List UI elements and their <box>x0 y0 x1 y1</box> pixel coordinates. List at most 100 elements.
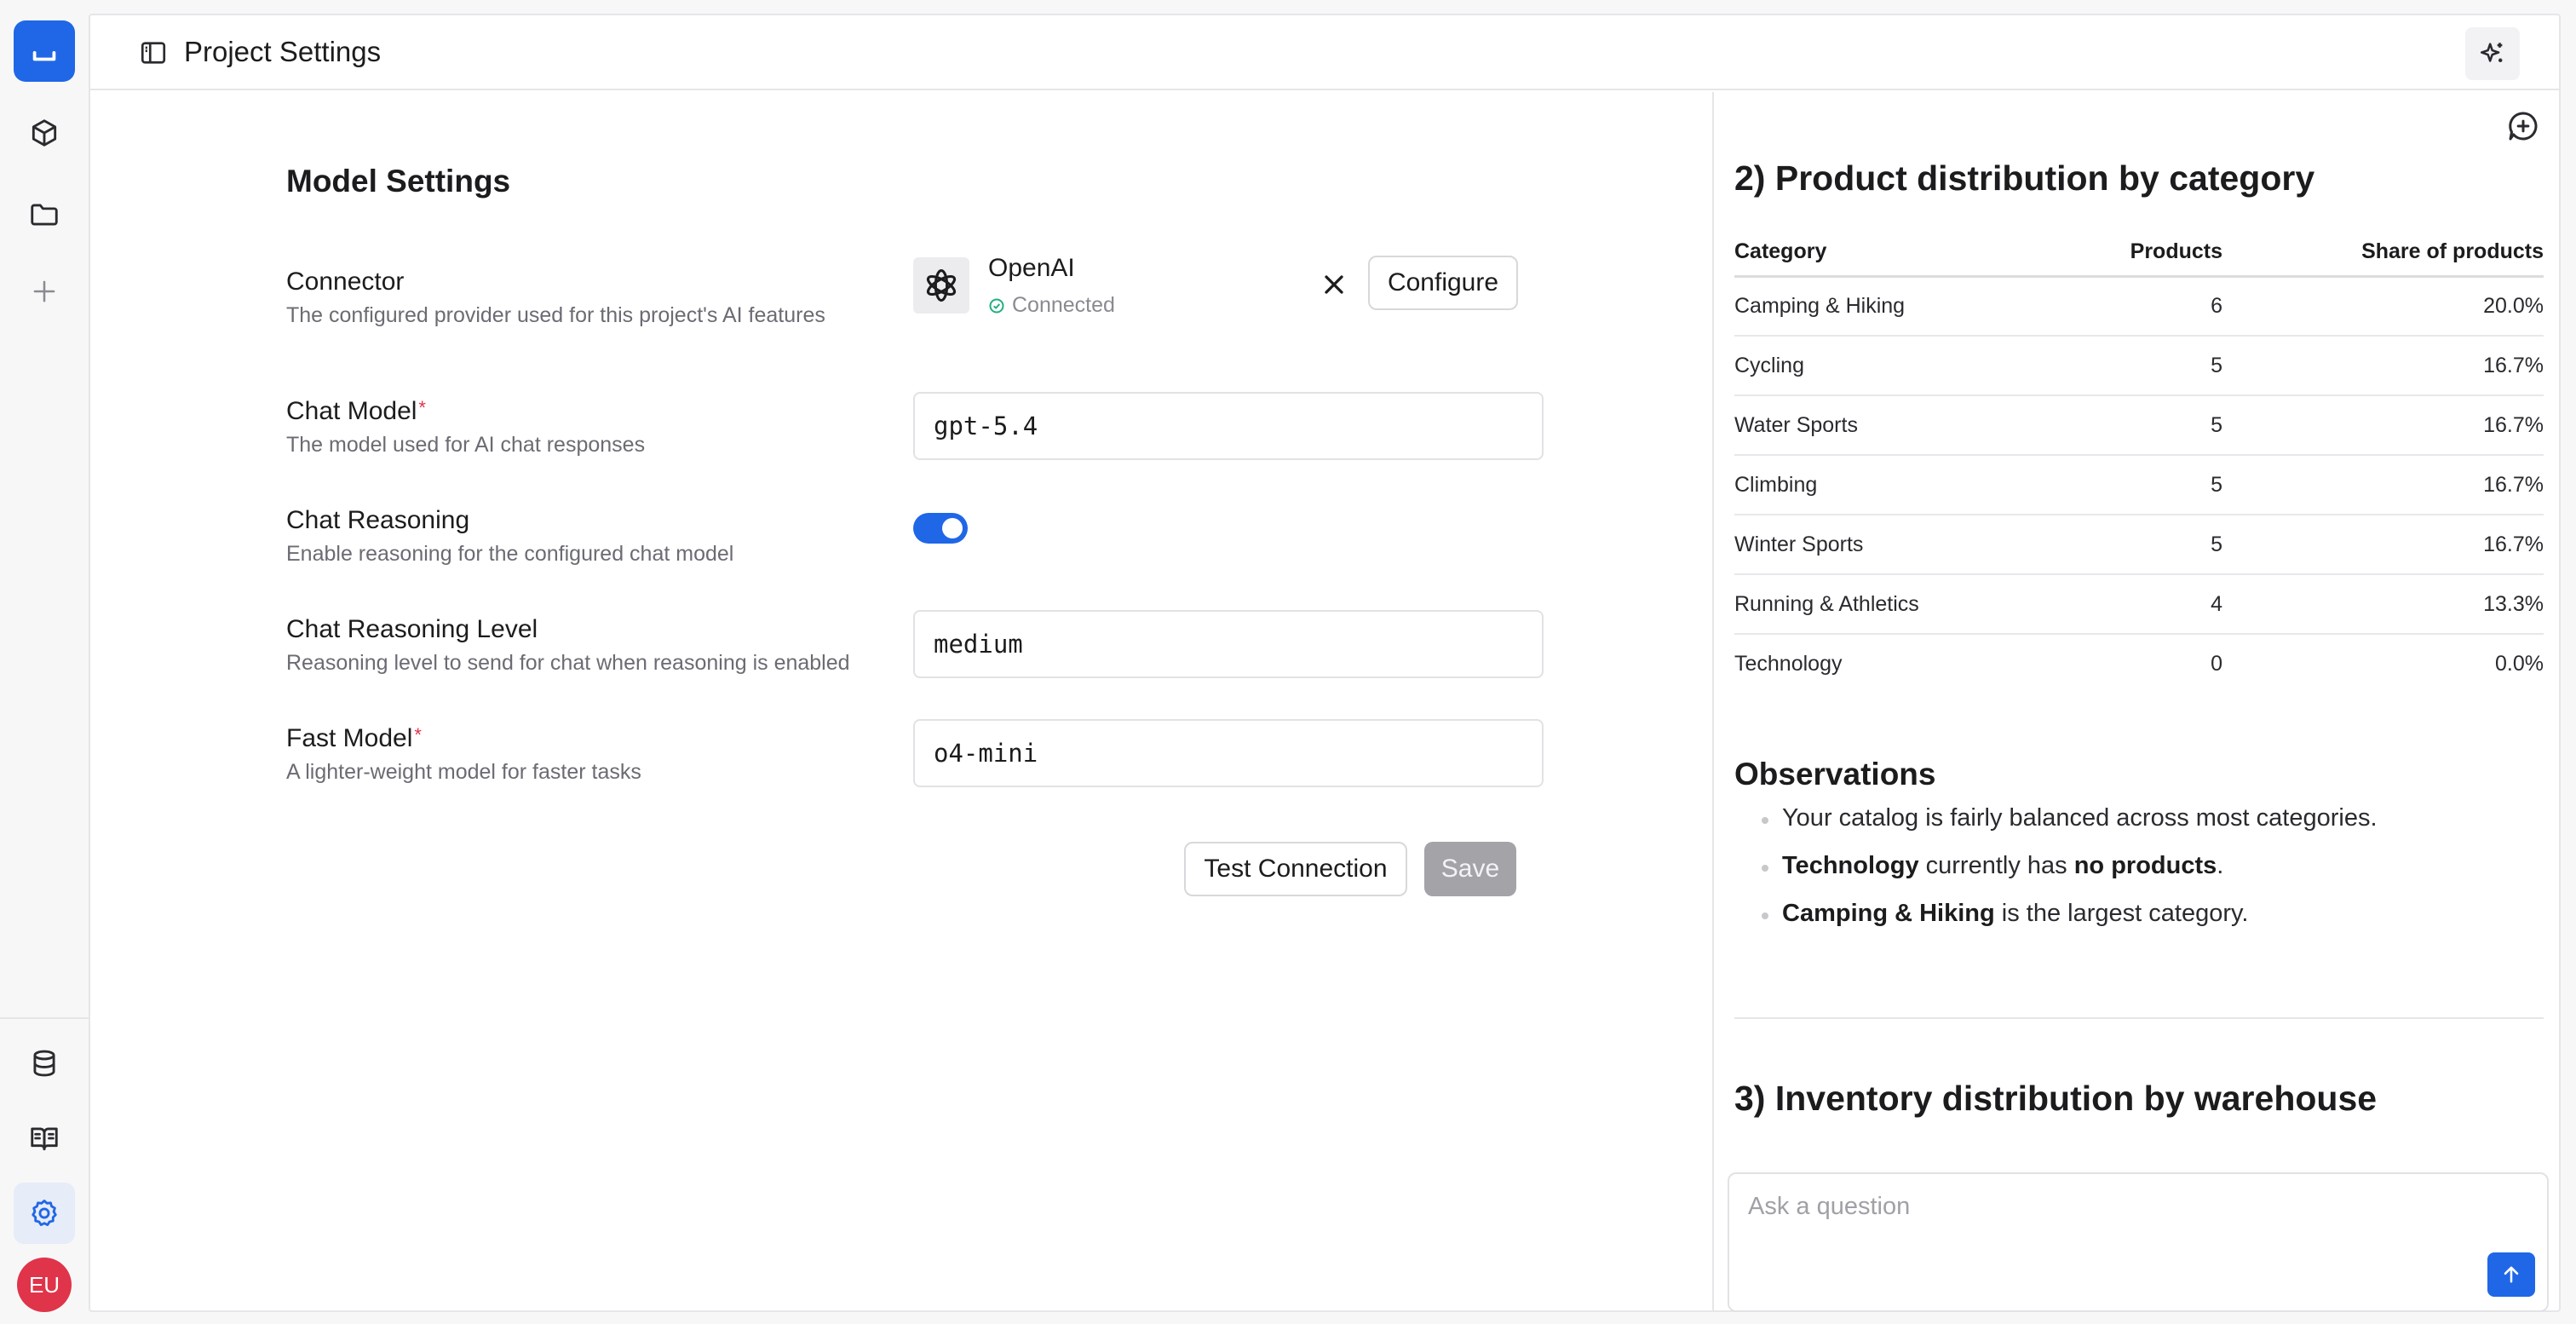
chat-model-label: Chat Model* <box>286 397 426 426</box>
connector-status-text: Connected <box>1012 293 1115 317</box>
table-cell: 5 <box>2060 395 2222 456</box>
observation-text: currently has <box>1918 852 2074 879</box>
rail-item-database[interactable] <box>14 1033 75 1094</box>
table-cell: 5 <box>2060 515 2222 575</box>
chat-reasoning-toggle[interactable] <box>913 513 968 544</box>
fast-model-label-text: Fast Model <box>286 724 413 752</box>
chat-reasoning-level-input[interactable]: medium <box>913 610 1544 678</box>
table-cell: 16.7% <box>2222 395 2544 456</box>
settings-panel: Model Settings Connector The configured … <box>90 92 1712 1312</box>
main-frame: Project Settings Model Settings Connecto… <box>89 14 2561 1312</box>
chat-reasoning-level-description: Reasoning level to send for chat when re… <box>286 651 850 675</box>
gear-icon <box>32 1200 57 1227</box>
table-cell: 5 <box>2060 336 2222 396</box>
list-item: Camping & Hiking is the largest category… <box>1762 900 2378 947</box>
folder-icon <box>31 204 58 226</box>
save-button[interactable]: Save <box>1424 842 1516 896</box>
required-mark: * <box>418 397 426 418</box>
disconnect-close-icon[interactable] <box>1319 269 1349 300</box>
required-mark: * <box>414 724 422 745</box>
table-cell: 0.0% <box>2495 652 2544 676</box>
table-cell: Camping & Hiking <box>1734 276 2061 337</box>
plus-icon <box>33 280 55 302</box>
table-row: Water Sports 5 16.7% <box>1734 395 2544 456</box>
database-icon <box>33 1050 55 1077</box>
observation-bold: no products <box>2073 852 2217 879</box>
book-open-icon <box>31 1127 58 1151</box>
connector-status: Connected <box>988 293 1115 318</box>
table-cell: 20.0% <box>2222 276 2544 337</box>
user-avatar[interactable]: EU <box>17 1258 72 1312</box>
table-header-row: Category Products Share of products <box>1734 228 2544 278</box>
category-heading: 2) Product distribution by category <box>1734 158 2315 198</box>
chat-reasoning-label: Chat Reasoning <box>286 506 470 534</box>
table-cell: Technology <box>1734 652 1843 676</box>
table-row: Running & Athletics 4 13.3% <box>1734 574 2544 635</box>
app-logo-button[interactable] <box>14 20 75 82</box>
ask-question-box <box>1728 1172 2549 1312</box>
ask-question-input[interactable] <box>1748 1189 2515 1223</box>
fast-model-input[interactable]: o4-mini <box>913 719 1544 787</box>
observation-text: . <box>2217 852 2224 879</box>
chat-model-description: The model used for AI chat responses <box>286 433 646 457</box>
table-cell: Cycling <box>1734 336 2061 396</box>
table-cell: 16.7% <box>2222 455 2544 515</box>
table-row: Technology 0 0.0% <box>1734 634 2544 694</box>
arrow-up-icon <box>2504 1266 2519 1283</box>
chat-panel: 2) Product distribution by category Cate… <box>1712 92 2561 1312</box>
observations-list: Your catalog is fairly balanced across m… <box>1762 804 2378 947</box>
chat-reasoning-description: Enable reasoning for the configured chat… <box>286 542 734 566</box>
chat-model-input[interactable]: gpt-5.4 <box>913 392 1544 460</box>
sidebar-toggle-icon[interactable] <box>138 37 169 68</box>
table-cell: Water Sports <box>1734 395 2061 456</box>
check-circle-icon <box>989 298 1004 313</box>
left-rail: EU <box>0 0 89 1324</box>
list-item: Technology currently has no products. <box>1762 852 2378 900</box>
table-cell: 16.7% <box>2222 336 2544 396</box>
test-connection-button[interactable]: Test Connection <box>1184 842 1407 896</box>
configure-button[interactable]: Configure <box>1368 256 1518 310</box>
column-header: Category <box>1734 228 2061 278</box>
fast-model-label: Fast Model* <box>286 724 422 753</box>
category-table: Category Products Share of products Camp… <box>1734 228 2544 694</box>
table-row: Winter Sports 5 16.7% <box>1734 515 2544 575</box>
rail-item-files[interactable] <box>14 184 75 245</box>
column-header: Share of products <box>2222 228 2544 278</box>
table-cell: 5 <box>2060 455 2222 515</box>
fast-model-description: A lighter-weight model for faster tasks <box>286 760 641 784</box>
section-divider <box>1734 1017 2544 1019</box>
openai-logo <box>913 257 969 314</box>
table-row: Cycling 5 16.7% <box>1734 336 2544 396</box>
page-title: Project Settings <box>184 36 382 67</box>
table-cell: 13.3% <box>2222 574 2544 635</box>
rail-item-models[interactable] <box>14 102 75 164</box>
observation-bold: Camping & Hiking <box>1782 900 1995 927</box>
table-cell: 0 <box>2211 652 2222 676</box>
observation-bold: Technology <box>1782 852 1919 879</box>
rail-item-add[interactable] <box>14 261 75 322</box>
new-chat-icon[interactable] <box>2506 109 2540 143</box>
table-cell: Winter Sports <box>1734 515 2061 575</box>
table-cell: 6 <box>2060 276 2222 337</box>
connector-description: The configured provider used for this pr… <box>286 303 825 327</box>
ai-assistant-button[interactable] <box>2465 27 2520 80</box>
table-cell: Running & Athletics <box>1734 574 2061 635</box>
connector-provider: OpenAI <box>988 254 1075 282</box>
rail-item-docs[interactable] <box>14 1108 75 1169</box>
chat-model-label-text: Chat Model <box>286 397 417 425</box>
table-cell: 4 <box>2060 574 2222 635</box>
section-title: Model Settings <box>286 164 511 199</box>
chat-reasoning-level-label: Chat Reasoning Level <box>286 615 538 643</box>
top-bar: Project Settings <box>90 15 2559 90</box>
warehouse-heading: 3) Inventory distribution by warehouse <box>1734 1079 2378 1118</box>
openai-icon <box>926 268 957 302</box>
logo-icon <box>32 51 56 61</box>
rail-divider <box>0 1017 89 1019</box>
observations-heading: Observations <box>1734 757 1936 792</box>
connector-label: Connector <box>286 268 405 296</box>
observation-text: is the largest category. <box>1994 900 2249 927</box>
observation-text: Your catalog is fairly balanced across m… <box>1782 804 2378 832</box>
rail-item-settings[interactable] <box>14 1183 75 1244</box>
send-button[interactable] <box>2487 1252 2535 1297</box>
list-item: Your catalog is fairly balanced across m… <box>1762 804 2378 852</box>
